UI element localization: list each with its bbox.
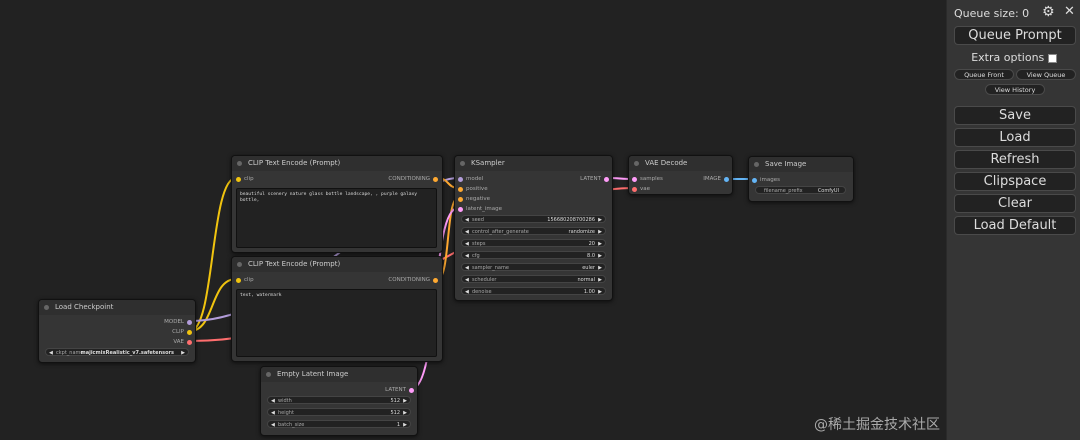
collapse-dot-icon[interactable]: [44, 305, 49, 310]
input-slot-images[interactable]: images: [752, 176, 780, 184]
widget-seed[interactable]: ◀ seed 156680208700286 ▶: [461, 215, 606, 223]
node-load-checkpoint[interactable]: Load Checkpoint MODEL CLIP VAE ◀ ckpt_nam…: [38, 299, 196, 363]
widget-cfg[interactable]: ◀ cfg 8.0 ▶: [461, 251, 606, 259]
node-title: Load Checkpoint: [55, 303, 114, 311]
link-clip-to-negative: [189, 278, 237, 332]
extra-options-checkbox[interactable]: [1047, 53, 1057, 63]
widget-width[interactable]: ◀ width 512 ▶: [267, 396, 411, 404]
widget-control-after-generate[interactable]: ◀ control_after_generate randomize ▶: [461, 227, 606, 235]
view-queue-button[interactable]: View Queue: [1016, 69, 1076, 80]
collapse-dot-icon[interactable]: [460, 161, 465, 166]
node-clip-text-encode-negative[interactable]: CLIP Text Encode (Prompt) clip CONDITION…: [231, 256, 443, 362]
output-slot-image[interactable]: IMAGE: [703, 175, 729, 183]
output-slot-model[interactable]: MODEL: [164, 318, 192, 326]
close-icon[interactable]: ✕: [1064, 4, 1075, 19]
collapse-dot-icon[interactable]: [237, 262, 242, 267]
collapse-dot-icon[interactable]: [754, 162, 759, 167]
node-empty-latent-image[interactable]: Empty Latent Image LATENT ◀ width 512 ▶ ◀ he…: [260, 366, 418, 436]
link-clip-to-positive: [189, 177, 237, 332]
graph-canvas[interactable]: CLIP Text Encode (Prompt) clip CONDITION…: [0, 0, 946, 440]
load-button[interactable]: Load: [954, 128, 1076, 147]
widget-height[interactable]: ◀ height 512 ▶: [267, 408, 411, 416]
load-default-button[interactable]: Load Default: [954, 216, 1076, 235]
widget-ckpt-name[interactable]: ◀ ckpt_name majicmixRealistic_v7.safetenso…: [45, 348, 189, 356]
widget-sampler-name[interactable]: ◀ sampler_name euler ▶: [461, 263, 606, 271]
queue-front-button[interactable]: Queue Front: [954, 69, 1014, 80]
output-slot-latent[interactable]: LATENT: [580, 175, 609, 183]
widget-scheduler[interactable]: ◀ scheduler normal ▶: [461, 275, 606, 283]
collapse-dot-icon[interactable]: [266, 372, 271, 377]
refresh-button[interactable]: Refresh: [954, 150, 1076, 169]
save-button[interactable]: Save: [954, 106, 1076, 125]
clear-button[interactable]: Clear: [954, 194, 1076, 213]
input-slot-samples[interactable]: samples: [632, 175, 663, 183]
node-title: CLIP Text Encode (Prompt): [248, 159, 341, 167]
collapse-dot-icon[interactable]: [634, 161, 639, 166]
node-title: Empty Latent Image: [277, 370, 349, 378]
node-vae-decode[interactable]: VAE Decode samples IMAGE vae: [628, 155, 733, 195]
watermark: @稀土掘金技术社区: [814, 417, 940, 433]
clipspace-button[interactable]: Clipspace: [954, 172, 1076, 191]
input-slot-clip[interactable]: clip: [236, 175, 254, 183]
node-title: CLIP Text Encode (Prompt): [248, 260, 341, 268]
queue-size-label: Queue size: 0: [954, 7, 1030, 20]
node-clip-text-encode-positive[interactable]: CLIP Text Encode (Prompt) clip CONDITION…: [231, 155, 443, 253]
collapse-dot-icon[interactable]: [237, 161, 242, 166]
input-slot-positive[interactable]: positive: [458, 185, 488, 193]
node-title: KSampler: [471, 159, 505, 167]
input-slot-latent-image[interactable]: latent_image: [458, 205, 502, 213]
input-slot-negative[interactable]: negative: [458, 195, 490, 203]
input-slot-model[interactable]: model: [458, 175, 483, 183]
node-save-image[interactable]: Save Image images filename_prefix ComfyUI: [748, 156, 854, 202]
input-slot-vae[interactable]: vae: [632, 185, 650, 193]
node-ksampler[interactable]: KSampler model LATENT positive negative …: [454, 155, 613, 301]
extra-options-row: Extra options: [947, 51, 1080, 64]
output-slot-vae[interactable]: VAE: [173, 338, 192, 346]
prompt-textarea[interactable]: text, watermark: [236, 289, 437, 357]
output-slot-conditioning[interactable]: CONDITIONING: [388, 276, 438, 284]
output-slot-conditioning[interactable]: CONDITIONING: [388, 175, 438, 183]
node-title: Save Image: [765, 160, 807, 168]
node-title: VAE Decode: [645, 159, 688, 167]
widget-batch-size[interactable]: ◀ batch_size 1 ▶: [267, 420, 411, 428]
extra-options-label: Extra options: [971, 51, 1045, 64]
widget-denoise[interactable]: ◀ denoise 1.00 ▶: [461, 287, 606, 295]
widget-filename-prefix[interactable]: filename_prefix ComfyUI: [755, 186, 846, 194]
gear-icon[interactable]: ⚙: [1042, 4, 1055, 20]
input-slot-clip[interactable]: clip: [236, 276, 254, 284]
queue-prompt-button[interactable]: Queue Prompt: [954, 26, 1076, 45]
view-history-button[interactable]: View History: [985, 84, 1045, 95]
queue-panel: Queue size: 0 ⚙ ✕ Queue Prompt Extra opt…: [946, 0, 1080, 440]
output-slot-latent[interactable]: LATENT: [385, 386, 414, 394]
output-slot-clip[interactable]: CLIP: [172, 328, 192, 336]
prompt-textarea[interactable]: beautiful scenery nature glass bottle la…: [236, 188, 437, 248]
widget-steps[interactable]: ◀ steps 20 ▶: [461, 239, 606, 247]
